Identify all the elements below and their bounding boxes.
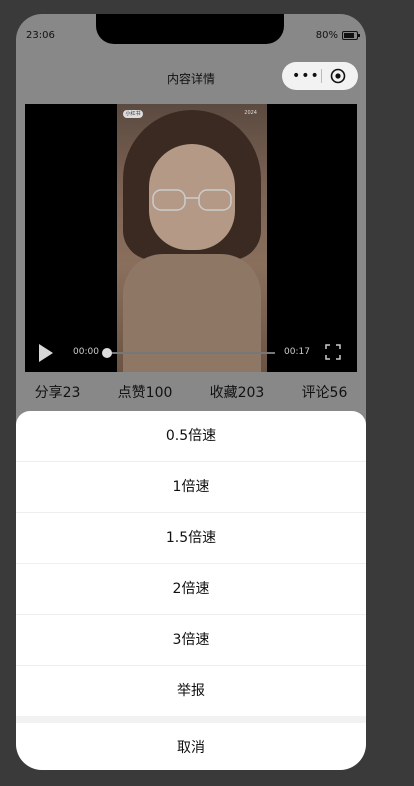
video-player[interactable]: 小红书 2024 00:00 00:17: [25, 104, 357, 372]
comment-count[interactable]: 评论56: [302, 382, 348, 410]
fullscreen-icon[interactable]: [325, 344, 341, 360]
battery-percent: 80%: [315, 30, 338, 41]
target-circle-icon[interactable]: [330, 68, 346, 84]
current-time: 00:00: [73, 347, 99, 357]
play-icon[interactable]: [39, 344, 53, 362]
favorite-count[interactable]: 收藏203: [210, 382, 265, 410]
action-sheet: 0.5倍速 1倍速 1.5倍速 2倍速 3倍速 举报 取消: [16, 411, 366, 770]
capsule-divider: [321, 69, 322, 83]
like-count[interactable]: 点赞100: [118, 382, 173, 410]
video-watermark-left: 小红书: [123, 110, 143, 118]
more-dots-icon[interactable]: •••: [292, 68, 319, 84]
speed-3x-option[interactable]: 3倍速: [16, 615, 366, 666]
progress-track[interactable]: [107, 352, 275, 354]
sheet-separator: [16, 716, 366, 723]
progress-knob[interactable]: [102, 348, 112, 358]
share-count[interactable]: 分享23: [35, 382, 81, 410]
report-option[interactable]: 举报: [16, 666, 366, 716]
video-glasses: [152, 189, 232, 211]
status-time: 23:06: [26, 30, 55, 41]
speed-1-5x-option[interactable]: 1.5倍速: [16, 513, 366, 564]
cancel-button[interactable]: 取消: [16, 723, 366, 770]
speed-1x-option[interactable]: 1倍速: [16, 462, 366, 513]
miniprogram-capsule: •••: [282, 62, 358, 90]
navigation-bar: 内容详情 •••: [16, 60, 366, 96]
stats-row: 分享23 点赞100 收藏203 评论56: [16, 382, 366, 410]
notch: [96, 14, 284, 44]
video-watermark-right: 2024: [244, 110, 257, 116]
status-bar: 23:06 80%: [16, 14, 366, 56]
duration: 00:17: [284, 347, 310, 357]
battery-icon: [342, 31, 360, 40]
phone-screen: 23:06 80% 内容详情 ••• 小红书 2024 00:00 00:17 …: [16, 14, 366, 770]
speed-0-5x-option[interactable]: 0.5倍速: [16, 411, 366, 462]
speed-2x-option[interactable]: 2倍速: [16, 564, 366, 615]
video-frame: 小红书 2024: [117, 104, 267, 372]
video-controls: 00:00 00:17: [25, 334, 357, 372]
